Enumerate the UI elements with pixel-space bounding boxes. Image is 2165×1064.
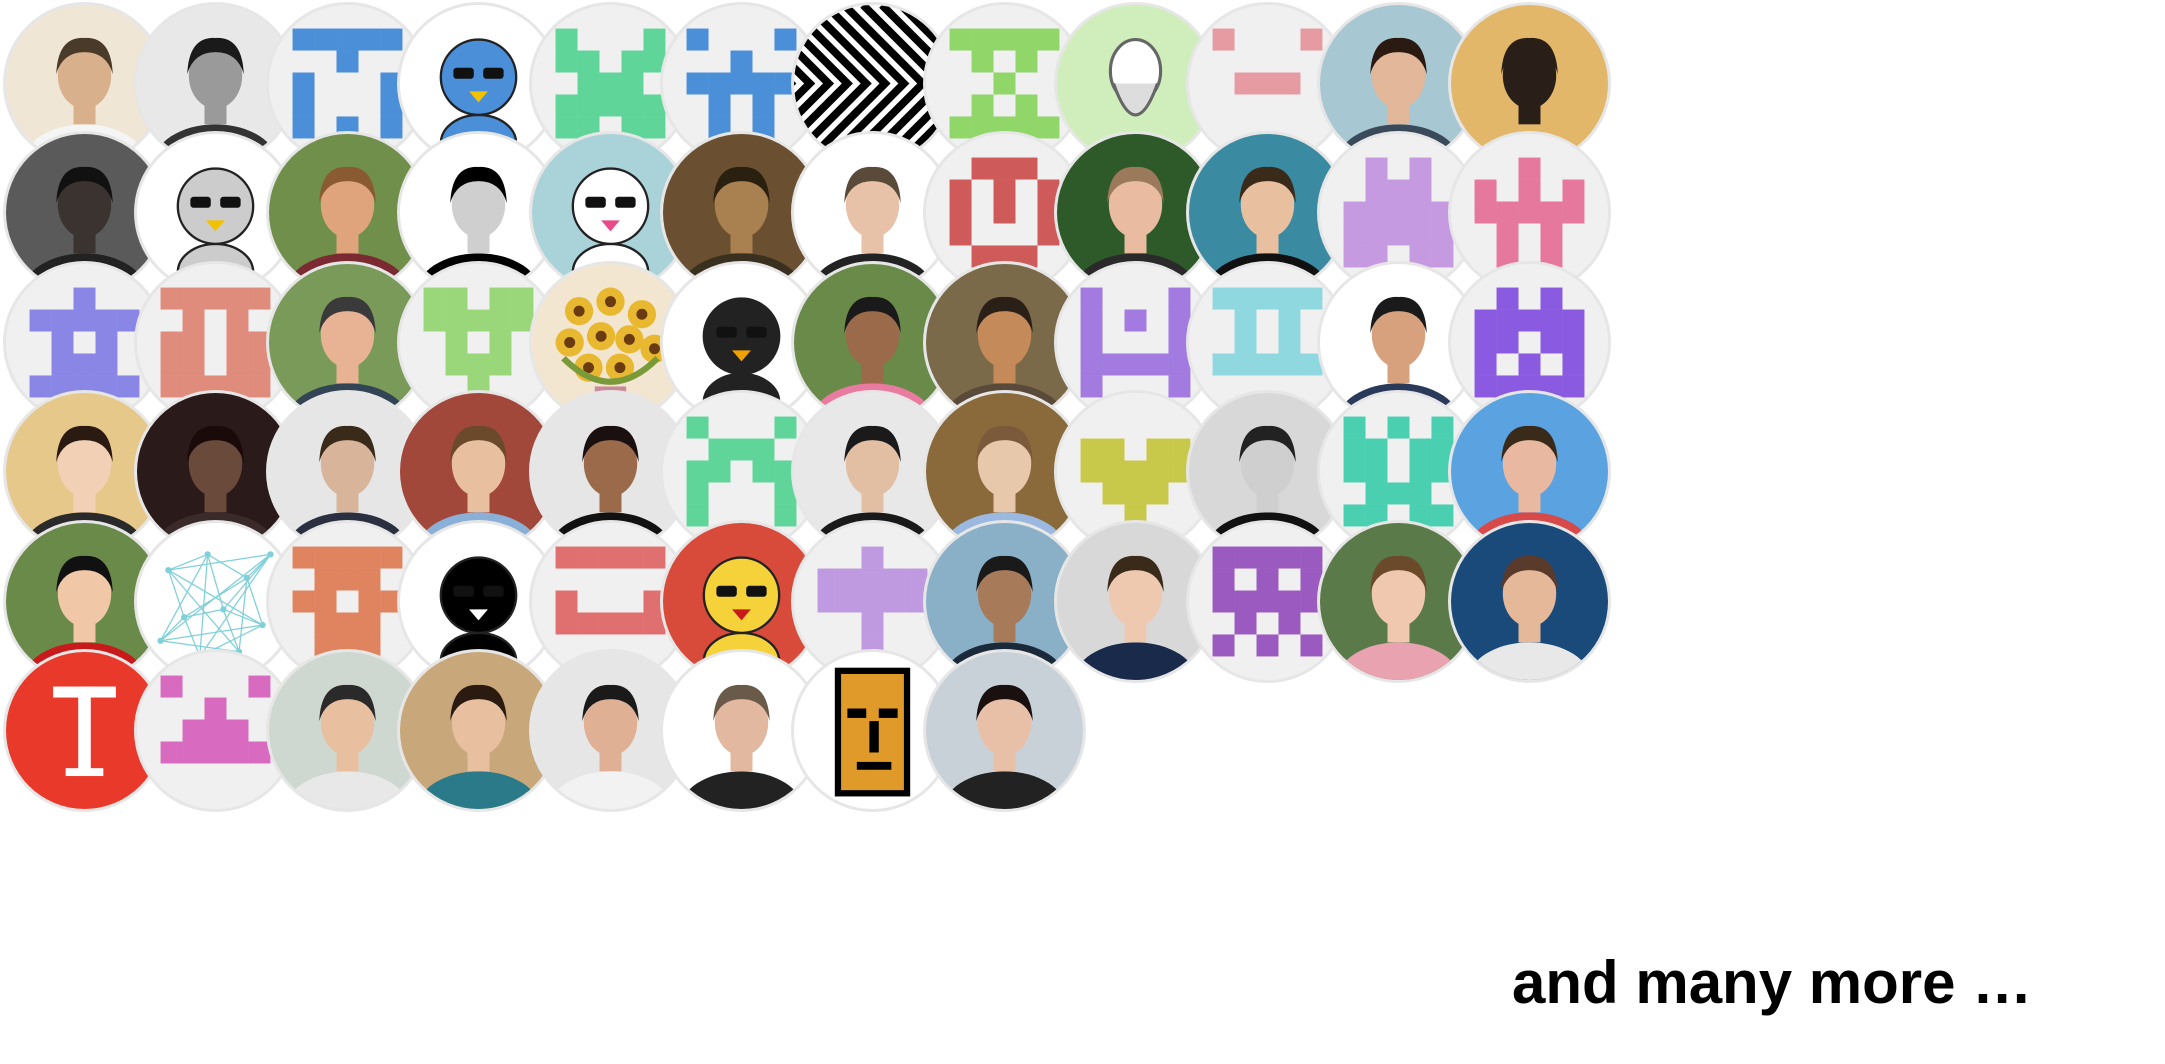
contributor-avatar[interactable] — [922, 649, 1086, 812]
avatar-image — [925, 652, 1083, 809]
contributor-avatar-grid — [0, 0, 2165, 1064]
and-many-more-label: and many more … — [1512, 949, 2033, 1016]
avatar-image — [1451, 522, 1609, 680]
contributor-avatar[interactable] — [1448, 519, 1612, 683]
